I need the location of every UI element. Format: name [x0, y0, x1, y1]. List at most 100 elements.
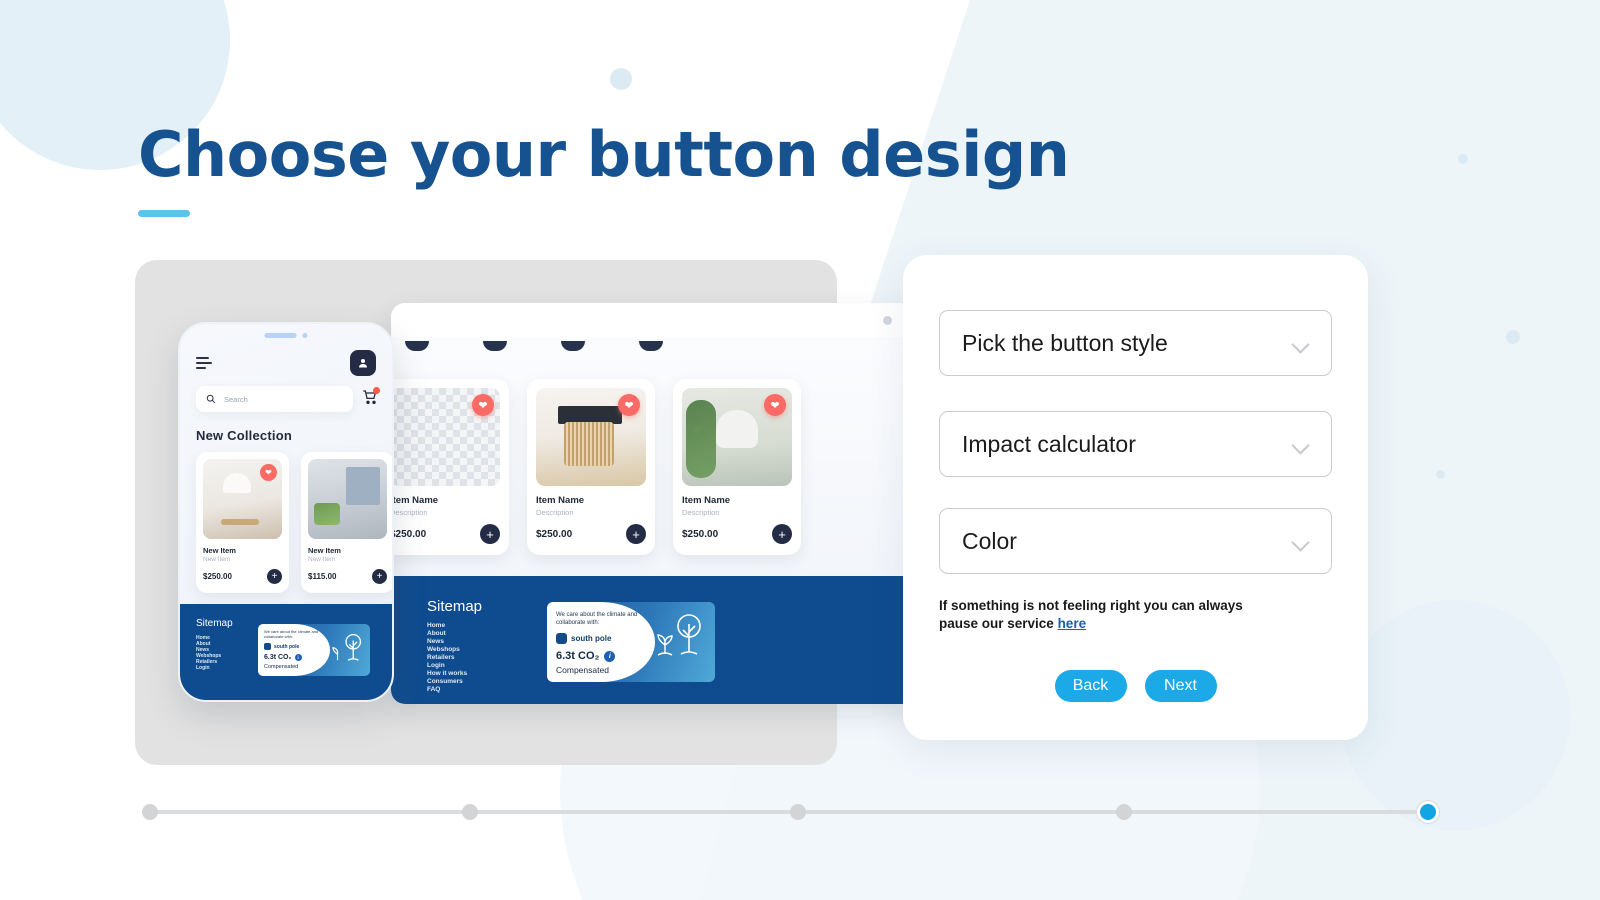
product-name: New Item [308, 546, 341, 555]
pause-service-link[interactable]: here [1058, 616, 1087, 631]
sitemap-link[interactable]: Retailers [427, 654, 467, 661]
climate-badge-text: We care about the climate and collaborat… [264, 629, 319, 640]
chevron-down-icon [1292, 335, 1309, 352]
add-to-cart-button[interactable]: + [480, 524, 500, 544]
stepper-dot-4[interactable] [1116, 804, 1132, 820]
climate-badge: We care about the climate and collaborat… [547, 602, 715, 682]
stepper-dot-3[interactable] [790, 804, 806, 820]
climate-amount: 6.3t CO₂ [264, 654, 292, 661]
climate-brand-name: south pole [571, 634, 612, 643]
sitemap-link[interactable]: FAQ [427, 686, 467, 693]
cart-badge [373, 386, 380, 394]
product-card-footer: $250.00 + [391, 524, 500, 544]
dropdown-label: Color [962, 527, 1017, 554]
product-price: $250.00 [391, 528, 427, 540]
product-name: Item Name [682, 495, 731, 506]
background-dot [610, 68, 632, 90]
phone-search-row: Search [196, 386, 380, 412]
browser-chrome [391, 303, 966, 337]
heart-icon[interactable]: ❤ [618, 394, 640, 416]
heart-icon[interactable]: ❤ [260, 464, 277, 481]
background-circle-bottom-right [1340, 600, 1570, 830]
sitemap-link[interactable]: About [427, 630, 467, 637]
product-card-footer: $250.00 + [682, 524, 792, 544]
sitemap-link[interactable]: Webshops [427, 646, 467, 653]
device-mockup-panel: ❤ Item Name Description $250.00 + ❤ Item… [135, 260, 966, 765]
chevron-down-icon [1292, 436, 1309, 453]
product-card-footer: $115.00 + [308, 569, 387, 584]
search-input[interactable]: Search [196, 386, 353, 412]
product-description: Description [391, 508, 428, 517]
sitemap-title: Sitemap [427, 598, 483, 615]
sitemap-link[interactable]: Login [196, 665, 221, 671]
product-card[interactable]: ❤ Item Name Description $250.00 + [673, 379, 801, 555]
add-to-cart-button[interactable]: + [626, 524, 646, 544]
south-pole-logo-icon [556, 633, 567, 644]
add-to-cart-button[interactable]: + [267, 569, 282, 584]
camera-dot-icon [302, 333, 308, 338]
tab-nub-icon [483, 341, 507, 351]
dropdown-label: Impact calculator [962, 430, 1136, 457]
info-icon[interactable]: i [294, 654, 302, 661]
climate-badge-brand: south pole [556, 633, 611, 644]
browser-site-footer: Sitemap Home About News Webshops Retaile… [391, 576, 966, 704]
product-description: New Item [203, 556, 231, 563]
title-underline-accent [138, 210, 190, 217]
sitemap-title: Sitemap [196, 618, 233, 629]
product-description: Description [682, 508, 720, 517]
background-dot [1506, 330, 1520, 344]
heart-icon[interactable]: ❤ [472, 394, 494, 416]
progress-stepper [142, 800, 1440, 824]
dropdown-color[interactable]: Color [939, 508, 1332, 574]
product-card[interactable]: New Item New Item $115.00 + [301, 452, 392, 593]
cart-button[interactable] [362, 386, 380, 410]
sitemap-link[interactable]: How it works [427, 670, 467, 677]
product-image: ❤ [682, 388, 792, 486]
sitemap-links: Home About News Webshops Retailers Login… [427, 622, 467, 693]
product-price: $250.00 [203, 572, 232, 581]
phone-section-heading: New Collection [196, 428, 292, 443]
product-image-placeholder: ❤ [391, 388, 500, 486]
browser-product-grid: ❤ Item Name Description $250.00 + ❤ Item… [391, 379, 801, 555]
product-card[interactable]: ❤ Item Name Description $250.00 + [391, 379, 509, 555]
dropdown-label: Pick the button style [962, 329, 1168, 356]
climate-amount: 6.3t CO₂ [556, 650, 600, 662]
product-name: New Item [203, 546, 236, 555]
product-card[interactable]: ❤ Item Name Description $250.00 + [527, 379, 655, 555]
product-name: Item Name [536, 495, 585, 506]
browser-dot-icon [883, 315, 892, 325]
dropdown-button-style[interactable]: Pick the button style [939, 310, 1332, 376]
sitemap-link[interactable]: Home [427, 622, 467, 629]
stepper-dot-1[interactable] [142, 804, 158, 820]
stepper-dot-5-active[interactable] [1416, 800, 1440, 824]
product-card[interactable]: ❤ New Item New Item $250.00 + [196, 452, 289, 593]
dropdown-impact-calculator[interactable]: Impact calculator [939, 411, 1332, 477]
browser-tab-nubs [405, 341, 952, 361]
browser-viewport: ❤ Item Name Description $250.00 + ❤ Item… [391, 337, 966, 704]
product-description: Description [536, 508, 574, 517]
add-to-cart-button[interactable]: + [372, 569, 387, 584]
phone-product-list: ❤ New Item New Item $250.00 + New Item N… [196, 452, 392, 593]
product-price: $250.00 [682, 528, 719, 540]
sitemap-link[interactable]: News [427, 638, 467, 645]
product-image: ❤ [536, 388, 646, 486]
climate-badge: We care about the climate and collaborat… [258, 624, 370, 676]
background-dot [1436, 470, 1445, 479]
settings-card: Pick the button style Impact calculator … [903, 255, 1368, 740]
card-actions: Back Next [903, 670, 1368, 702]
product-image: ❤ [203, 459, 282, 539]
sitemap-link[interactable]: Login [427, 662, 467, 669]
add-to-cart-button[interactable]: + [772, 524, 792, 544]
heart-icon[interactable]: ❤ [764, 394, 786, 416]
product-price: $250.00 [536, 528, 573, 540]
hamburger-menu-icon[interactable] [196, 357, 212, 369]
profile-icon[interactable] [350, 350, 376, 376]
climate-amount-row: 6.3t CO₂ i [264, 654, 302, 661]
next-button[interactable]: Next [1144, 670, 1217, 702]
back-button[interactable]: Back [1054, 670, 1127, 702]
info-icon[interactable]: i [604, 650, 616, 662]
climate-amount-row: 6.3t CO₂ i [556, 650, 616, 662]
sitemap-link[interactable]: Consumers [427, 678, 467, 685]
climate-badge-text: We care about the climate and collaborat… [556, 612, 638, 627]
stepper-dot-2[interactable] [462, 804, 478, 820]
